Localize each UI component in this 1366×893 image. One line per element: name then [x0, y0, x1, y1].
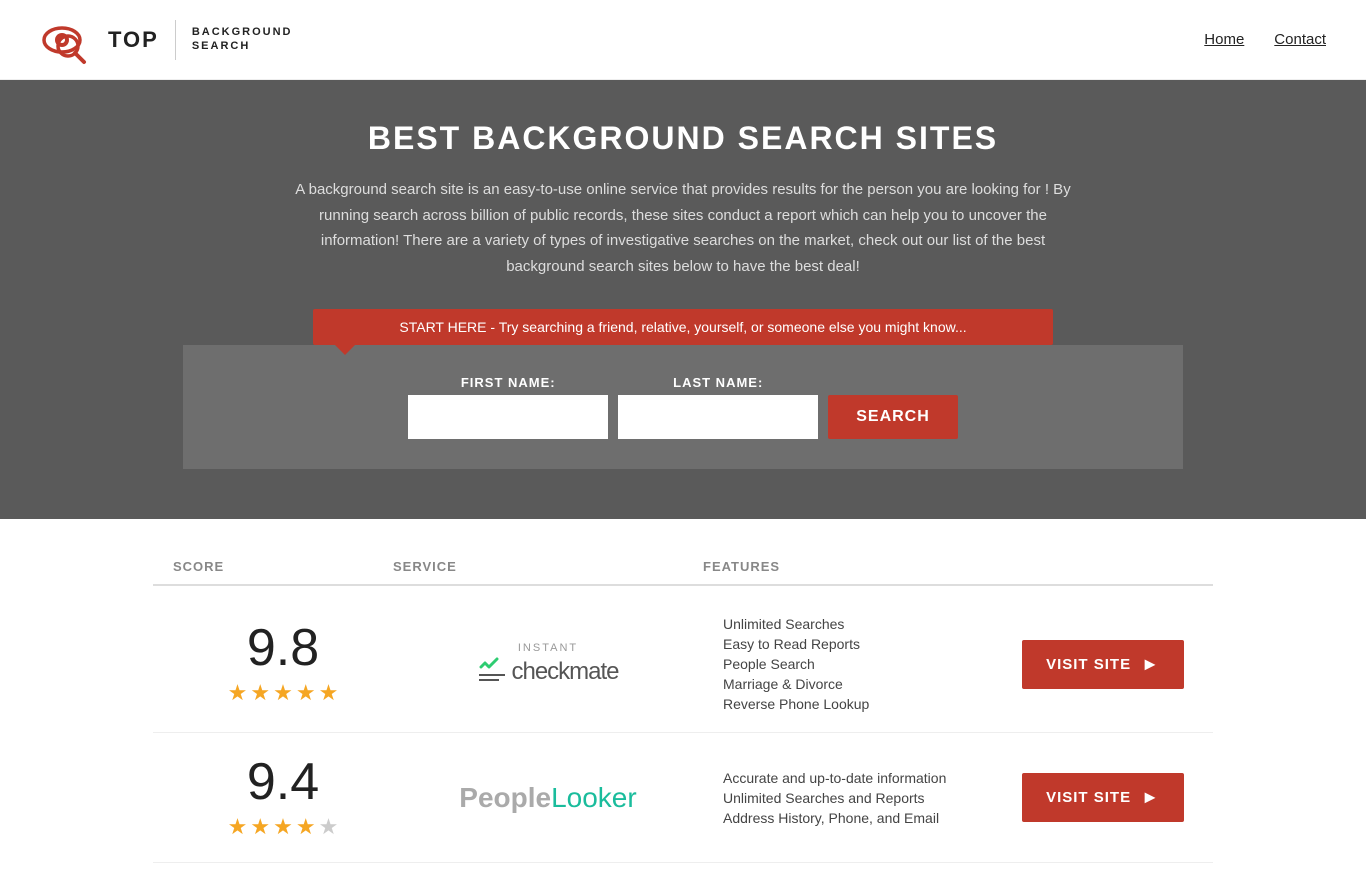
search-form: FIRST NAME: LAST NAME: SEARCH: [223, 375, 1143, 439]
table-header: SCORE SERVICE FEATURES: [153, 549, 1213, 586]
hero-description: A background search site is an easy-to-u…: [293, 177, 1073, 279]
logo-sub: BACKGROUND SEARCH: [192, 26, 293, 52]
feature-item: Accurate and up-to-date information: [723, 770, 993, 786]
features-col-2: Accurate and up-to-date information Unli…: [703, 770, 1013, 826]
feature-item: Easy to Read Reports: [723, 636, 993, 652]
nav-contact[interactable]: Contact: [1274, 31, 1326, 48]
last-name-group: LAST NAME:: [618, 375, 818, 439]
stars-1: ★ ★ ★ ★ ★: [228, 680, 339, 706]
first-name-group: FIRST NAME:: [408, 375, 608, 439]
arrow-icon: ►: [1141, 787, 1160, 808]
stars-2: ★ ★ ★ ★ ★: [228, 814, 339, 840]
peoplelooker-logo: PeopleLooker: [459, 782, 636, 814]
hero-title: BEST BACKGROUND SEARCH SITES: [20, 120, 1346, 157]
score-value-1: 9.8: [247, 622, 319, 674]
service-col-2: PeopleLooker: [393, 782, 703, 814]
col-action: [1013, 559, 1193, 574]
first-name-label: FIRST NAME:: [408, 375, 608, 390]
search-button[interactable]: SEARCH: [828, 395, 958, 439]
logo: TOP BACKGROUND SEARCH: [40, 12, 293, 67]
visit-site-button-2[interactable]: VISIT SITE ►: [1022, 773, 1184, 822]
score-col-2: 9.4 ★ ★ ★ ★ ★: [173, 756, 393, 840]
table-row: 9.8 ★ ★ ★ ★ ★ INSTANT checkmate: [153, 596, 1213, 733]
feature-item: Reverse Phone Lookup: [723, 696, 993, 712]
logo-divider: [175, 20, 176, 60]
last-name-label: LAST NAME:: [618, 375, 818, 390]
features-col-1: Unlimited Searches Easy to Read Reports …: [703, 616, 1013, 712]
logo-text-top: TOP: [108, 29, 159, 51]
logo-sub-line1: BACKGROUND: [192, 26, 293, 39]
table-row: 9.4 ★ ★ ★ ★ ★ PeopleLooker Accurate and …: [153, 733, 1213, 863]
feature-item: Address History, Phone, and Email: [723, 810, 993, 826]
feature-item: People Search: [723, 656, 993, 672]
arrow-icon: ►: [1141, 654, 1160, 675]
visit-col-2: VISIT SITE ►: [1013, 773, 1193, 822]
visit-site-button-1[interactable]: VISIT SITE ►: [1022, 640, 1184, 689]
logo-sub-line2: SEARCH: [192, 40, 293, 53]
results-table: SCORE SERVICE FEATURES 9.8 ★ ★ ★ ★ ★ INS…: [133, 549, 1233, 863]
visit-col-1: VISIT SITE ►: [1013, 640, 1193, 689]
service-col-1: INSTANT checkmate: [393, 642, 703, 687]
feature-item: Unlimited Searches and Reports: [723, 790, 993, 806]
checkmate-icon: [477, 657, 507, 687]
score-value-2: 9.4: [247, 756, 319, 808]
search-banner: START HERE - Try searching a friend, rel…: [313, 309, 1053, 345]
feature-item: Unlimited Searches: [723, 616, 993, 632]
site-header: TOP BACKGROUND SEARCH Home Contact: [0, 0, 1366, 80]
col-score: SCORE: [173, 559, 393, 574]
score-col-1: 9.8 ★ ★ ★ ★ ★: [173, 622, 393, 706]
logo-icon: [40, 12, 100, 67]
main-nav: Home Contact: [1204, 31, 1326, 48]
col-service: SERVICE: [393, 559, 703, 574]
hero-section: BEST BACKGROUND SEARCH SITES A backgroun…: [0, 80, 1366, 519]
last-name-input[interactable]: [618, 395, 818, 439]
feature-item: Marriage & Divorce: [723, 676, 993, 692]
first-name-input[interactable]: [408, 395, 608, 439]
checkmate-logo: INSTANT checkmate: [477, 642, 618, 687]
col-features: FEATURES: [703, 559, 1013, 574]
search-form-area: FIRST NAME: LAST NAME: SEARCH: [183, 345, 1183, 469]
nav-home[interactable]: Home: [1204, 31, 1244, 48]
